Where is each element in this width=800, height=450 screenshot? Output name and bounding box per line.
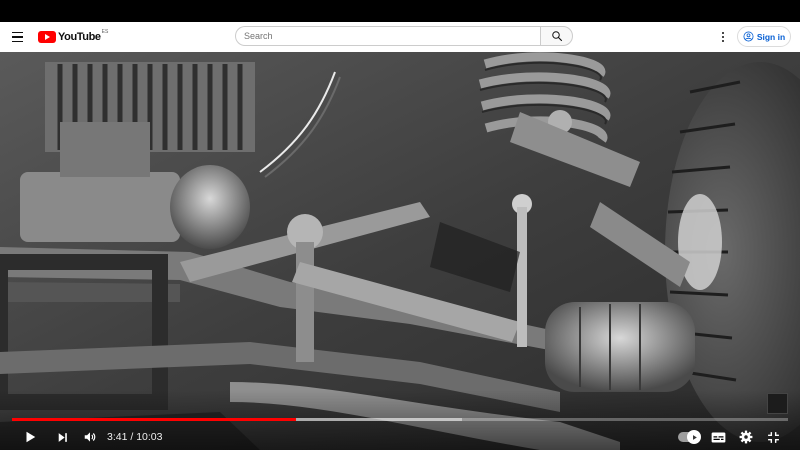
current-time: 3:41	[107, 431, 128, 443]
autoplay-knob	[687, 430, 701, 444]
youtube-play-icon	[38, 31, 56, 43]
time-display: 3:41 / 10:03	[107, 431, 162, 443]
subtitles-icon	[711, 432, 725, 442]
autoplay-toggle[interactable]	[678, 430, 701, 444]
settings-menu-button[interactable]	[718, 30, 728, 44]
search-input[interactable]	[244, 31, 532, 41]
progress-bar[interactable]	[12, 418, 788, 421]
search-button[interactable]	[540, 26, 573, 46]
play-icon	[26, 431, 36, 443]
time-separator: /	[127, 431, 137, 443]
search-box[interactable]	[235, 26, 540, 46]
fullscreen-exit-icon	[767, 431, 779, 443]
duration: 10:03	[136, 431, 163, 443]
menu-icon-line	[12, 40, 23, 43]
next-button[interactable]	[52, 428, 72, 446]
logo-text: YouTube	[58, 31, 101, 43]
sign-in-label: Sign in	[756, 31, 786, 42]
volume-icon	[84, 432, 96, 442]
progress-played	[12, 418, 297, 421]
damper-cylinder	[545, 302, 695, 392]
youtube-logo[interactable]: YouTube ES	[38, 29, 109, 44]
sign-in-button[interactable]: Sign in	[737, 26, 791, 47]
search-icon	[551, 31, 562, 42]
next-icon	[58, 432, 67, 442]
guide-menu-button[interactable]	[8, 27, 28, 47]
exit-fullscreen-button[interactable]	[763, 428, 783, 446]
menu-icon-line	[12, 31, 23, 34]
mute-button[interactable]	[80, 428, 100, 446]
play-button[interactable]	[20, 428, 40, 446]
settings-button[interactable]	[736, 428, 756, 446]
subtitles-button[interactable]	[708, 428, 728, 446]
masthead: YouTube ES Sign in	[0, 22, 800, 52]
end-card-thumbnail[interactable]	[767, 393, 788, 414]
gear-icon	[739, 430, 753, 444]
video-player[interactable]: 3:41 / 10:03	[0, 52, 800, 450]
account-icon	[743, 31, 754, 42]
kebab-dot	[721, 40, 725, 43]
logo-region-code: ES	[101, 29, 109, 35]
kebab-dot	[721, 31, 725, 34]
player-controls: 3:41 / 10:03	[0, 424, 800, 450]
menu-icon-line	[12, 36, 23, 38]
autoplay-play-icon	[692, 434, 697, 440]
browser-top-bar	[0, 0, 800, 22]
kebab-dot	[721, 35, 725, 39]
